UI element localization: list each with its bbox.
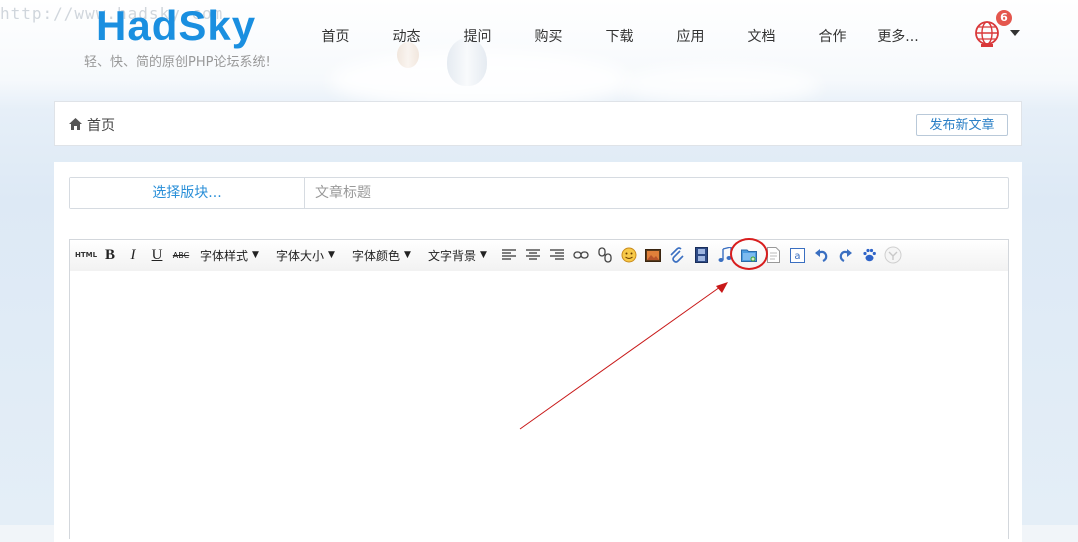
site-header: http://www.hadsky.com HadSky 轻、快、简的原创PHP…: [0, 0, 1078, 86]
code-icon: a: [789, 247, 805, 263]
post-form-panel: 选择版块... HTML B I U ABC 字体样式▼ 字体大小▼ 字体颜色▼…: [54, 162, 1022, 542]
nav-item-home[interactable]: 首页: [300, 26, 371, 46]
font-size-dropdown[interactable]: 字体大小 ▼: [276, 245, 335, 265]
svg-text:a: a: [794, 251, 800, 262]
attachment-icon[interactable]: [668, 245, 686, 265]
align-center-icon: [526, 249, 540, 260]
highlight-circle: [730, 238, 768, 270]
link-icon: [573, 251, 589, 259]
align-left-icon: [502, 249, 516, 260]
align-center-icon[interactable]: [524, 245, 542, 265]
undo-icon: [814, 249, 827, 262]
undo-icon[interactable]: [812, 245, 830, 265]
video-icon: [694, 247, 708, 263]
bold-icon[interactable]: B: [101, 245, 119, 265]
font-style-dropdown[interactable]: 字体样式 ▼: [200, 245, 259, 265]
circle-icon: [884, 246, 902, 264]
dropdown-arrow-icon: ▼: [252, 250, 259, 260]
emoji-icon: [621, 247, 637, 263]
align-right-icon: [550, 249, 564, 260]
board-select-button[interactable]: 选择版块...: [70, 178, 305, 208]
text-background-label: 文字背景: [428, 248, 477, 263]
nav-item-download[interactable]: 下载: [584, 26, 655, 46]
unlink-icon: [598, 247, 612, 263]
rich-text-editor: HTML B I U ABC 字体样式 ▼ 字体大小 ▼ 字体颜色 ▼ 文字背景 ▼: [69, 239, 1009, 539]
circle-icon[interactable]: [884, 245, 902, 265]
globe-icon: [975, 21, 999, 47]
main-nav: 首页 动态 提问 购买 下载 应用 文档 合作 更多...: [300, 26, 928, 46]
text-background-dropdown[interactable]: 文字背景 ▼: [428, 245, 487, 265]
redo-icon: [839, 249, 852, 262]
unlink-icon[interactable]: [596, 245, 614, 265]
notification-menu[interactable]: 6: [974, 10, 1024, 52]
paw-icon: [862, 248, 876, 262]
emoji-icon[interactable]: [620, 245, 638, 265]
home-icon: [69, 118, 82, 130]
strikethrough-icon[interactable]: ABC: [170, 245, 192, 265]
italic-icon[interactable]: I: [124, 245, 142, 265]
nav-item-activity[interactable]: 动态: [371, 26, 442, 46]
code-icon[interactable]: a: [788, 245, 806, 265]
chevron-down-icon: [1010, 30, 1020, 36]
font-style-label: 字体样式: [200, 248, 249, 263]
font-color-label: 字体颜色: [352, 248, 401, 263]
html-icon[interactable]: HTML: [74, 245, 98, 265]
image-icon: [645, 248, 661, 262]
editor-content-area[interactable]: [70, 271, 1008, 539]
nav-item-more[interactable]: 更多...: [868, 26, 928, 46]
nav-item-docs[interactable]: 文档: [726, 26, 797, 46]
image-icon[interactable]: [644, 245, 662, 265]
notification-badge: 6: [996, 10, 1012, 26]
dropdown-arrow-icon: ▼: [328, 250, 335, 260]
publish-article-button[interactable]: 发布新文章: [916, 114, 1008, 136]
link-icon[interactable]: [572, 245, 590, 265]
breadcrumb-bar: 首页 发布新文章: [54, 101, 1022, 146]
dropdown-arrow-icon: ▼: [480, 250, 487, 260]
nav-item-partner[interactable]: 合作: [797, 26, 868, 46]
nav-item-ask[interactable]: 提问: [442, 26, 513, 46]
breadcrumb-home[interactable]: 首页: [87, 115, 115, 135]
editor-toolbar: HTML B I U ABC 字体样式 ▼ 字体大小 ▼ 字体颜色 ▼ 文字背景 ▼: [70, 240, 1008, 272]
title-row: 选择版块...: [69, 177, 1009, 209]
align-left-icon[interactable]: [500, 245, 518, 265]
redo-icon[interactable]: [836, 245, 854, 265]
video-icon[interactable]: [692, 245, 710, 265]
article-title-input[interactable]: [305, 178, 1008, 208]
font-color-dropdown[interactable]: 字体颜色 ▼: [352, 245, 411, 265]
nav-item-buy[interactable]: 购买: [513, 26, 584, 46]
font-size-label: 字体大小: [276, 248, 325, 263]
paw-icon[interactable]: [860, 245, 878, 265]
site-tagline: 轻、快、简的原创PHP论坛系统!: [84, 55, 271, 70]
site-logo[interactable]: HadSky: [96, 2, 256, 50]
attachment-icon: [670, 247, 684, 263]
file-icon: [766, 247, 780, 263]
dropdown-arrow-icon: ▼: [404, 250, 411, 260]
underline-icon[interactable]: U: [148, 245, 166, 265]
nav-item-apps[interactable]: 应用: [655, 26, 726, 46]
align-right-icon[interactable]: [548, 245, 566, 265]
